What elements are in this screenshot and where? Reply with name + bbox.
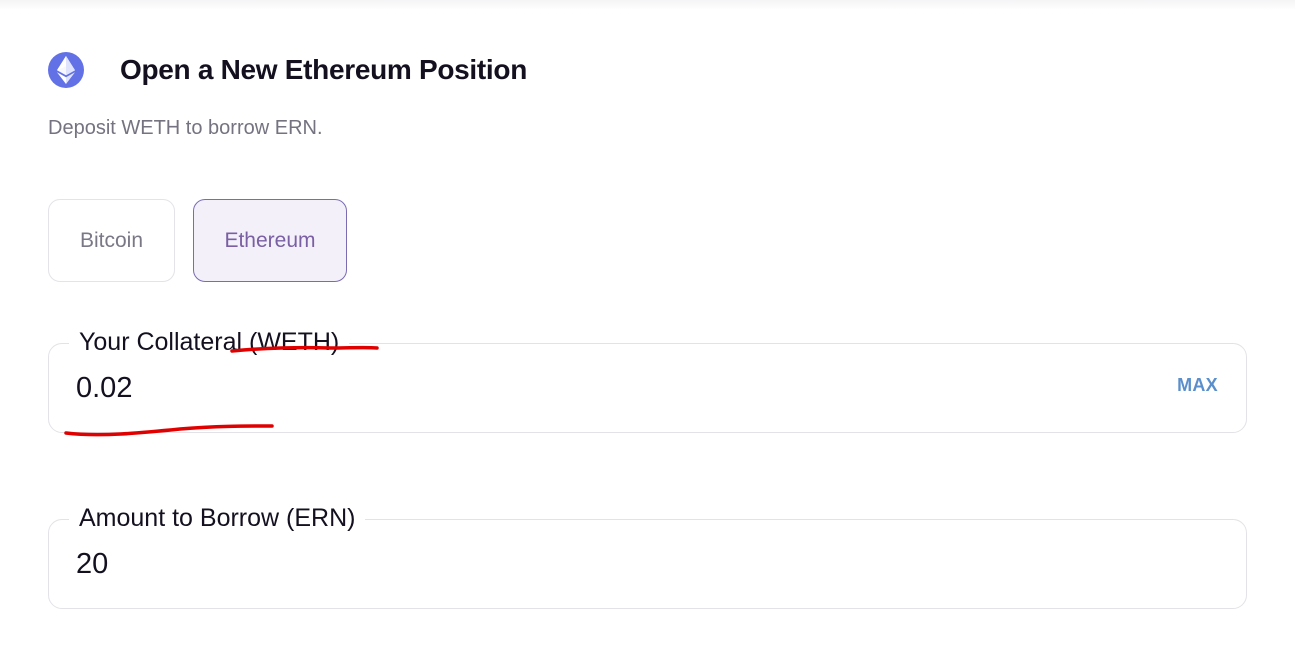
collateral-type-tabs: Bitcoin Ethereum bbox=[48, 199, 347, 282]
borrow-label: Amount to Borrow (ERN) bbox=[69, 501, 366, 535]
ethereum-icon bbox=[48, 52, 84, 88]
max-button[interactable]: MAX bbox=[1177, 375, 1218, 396]
top-fade bbox=[0, 0, 1295, 10]
collateral-input[interactable] bbox=[76, 366, 1076, 410]
borrow-input[interactable] bbox=[76, 542, 1076, 586]
borrow-field: Amount to Borrow (ERN) bbox=[48, 501, 1247, 609]
tab-bitcoin[interactable]: Bitcoin bbox=[48, 199, 175, 282]
collateral-label: Your Collateral (WETH) bbox=[69, 325, 350, 359]
page-title: Open a New Ethereum Position bbox=[120, 54, 528, 85]
tab-ethereum[interactable]: Ethereum bbox=[193, 199, 347, 282]
collateral-field: Your Collateral (WETH) MAX bbox=[48, 325, 1247, 433]
page: Open a New Ethereum Position Deposit WET… bbox=[0, 0, 1295, 657]
page-subtitle: Deposit WETH to borrow ERN. bbox=[48, 117, 323, 139]
header: Open a New Ethereum Position bbox=[48, 52, 527, 88]
